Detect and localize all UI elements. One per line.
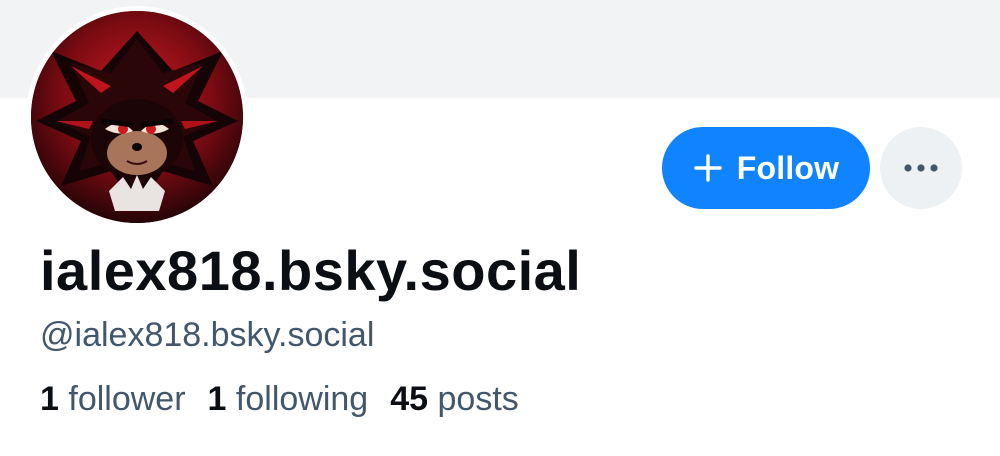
posts-count: 45 (390, 380, 429, 418)
following-label: following (235, 380, 369, 418)
hedgehog-avatar-icon (31, 11, 243, 223)
display-name: ialex818.bsky.social (40, 239, 582, 302)
followers-count: 1 (40, 380, 59, 418)
profile-handle: @ialex818.bsky.social (40, 316, 375, 354)
followers-stat[interactable]: 1 follower (40, 380, 186, 419)
follow-label: Follow (736, 149, 840, 186)
ellipsis-icon (903, 161, 939, 176)
avatar-ring (26, 6, 248, 228)
more-options-button[interactable] (880, 127, 962, 209)
follow-button[interactable]: Follow (662, 127, 870, 209)
followers-label: follower (68, 380, 186, 418)
avatar[interactable] (31, 11, 243, 223)
posts-label: posts (437, 380, 519, 418)
plus-icon (693, 153, 723, 183)
following-count: 1 (207, 380, 227, 418)
posts-stat: 45 posts (390, 380, 519, 419)
profile-page: Follow ialex818.bsky.social @ialex818.bs… (0, 0, 1000, 456)
following-stat[interactable]: 1 following (208, 380, 369, 419)
profile-stats: 1 follower 1 following 45 posts (40, 380, 519, 419)
